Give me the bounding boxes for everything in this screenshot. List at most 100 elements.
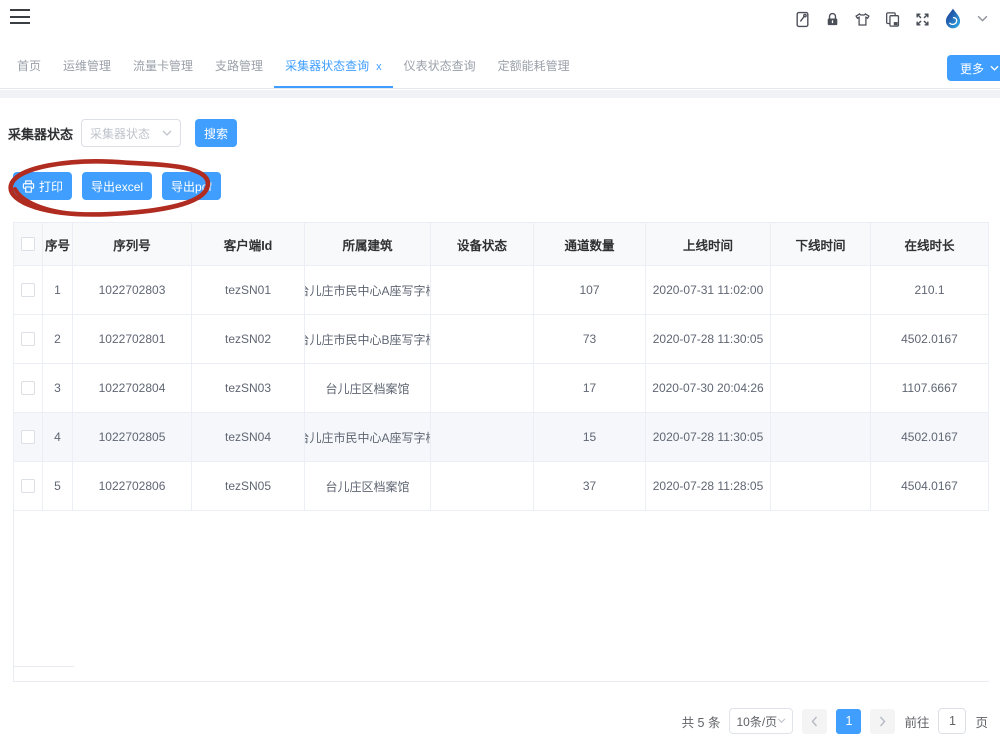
table-row: 31022702804tezSN03台儿庄区档案馆172020-07-30 20… (13, 364, 989, 413)
table-cell: 1 (43, 266, 73, 314)
chevron-right-icon (879, 716, 886, 727)
page-size-value: 10条/页 (736, 713, 777, 730)
row-checkbox-cell (13, 462, 43, 510)
table-cell (771, 462, 871, 510)
table-cell: 3 (43, 364, 73, 412)
table-cell: 1022702801 (73, 315, 192, 363)
table-cell (771, 364, 871, 412)
page-number-button[interactable]: 1 (836, 709, 861, 734)
print-button[interactable]: 打印 (13, 172, 72, 200)
tab-label: 采集器状态查询 (285, 59, 369, 73)
table-cell: tezSN04 (192, 413, 305, 461)
table-cell: 2020-07-28 11:28:05 (646, 462, 771, 510)
print-label: 打印 (39, 178, 63, 195)
table-cell: tezSN05 (192, 462, 305, 510)
row-checkbox-cell (13, 364, 43, 412)
table-cell: 4 (43, 413, 73, 461)
row-checkbox[interactable] (21, 381, 35, 395)
header-serial: 序列号 (73, 223, 192, 265)
row-checkbox[interactable] (21, 283, 35, 297)
tab-sim-card-management[interactable]: 流量卡管理 (122, 46, 204, 88)
table-cell: 4502.0167 (871, 413, 989, 461)
printer-icon (22, 180, 35, 193)
header-offline-time: 下线时间 (771, 223, 871, 265)
table-cell: 1022702806 (73, 462, 192, 510)
table-row: 21022702801tezSN02台儿庄市民中心B座写字楼732020-07-… (13, 315, 989, 364)
goto-page-input[interactable] (938, 708, 966, 734)
row-checkbox-cell (13, 413, 43, 461)
table-empty-area (13, 504, 989, 682)
select-all-checkbox[interactable] (21, 237, 35, 251)
page-size-select[interactable]: 10条/页 (729, 708, 793, 734)
fullscreen-icon[interactable] (911, 8, 934, 31)
table-cell: 1022702804 (73, 364, 192, 412)
collector-status-label: 采集器状态 (8, 124, 73, 143)
next-page-button[interactable] (870, 709, 895, 734)
table-cell (431, 462, 534, 510)
tab-collector-status-query[interactable]: 采集器状态查询 x (274, 46, 393, 88)
menu-icon[interactable] (10, 9, 30, 26)
tabbar: 首页 运维管理 流量卡管理 支路管理 采集器状态查询 x 仪表状态查询 定额能耗管… (0, 46, 1000, 89)
page-unit-label: 页 (975, 712, 988, 731)
row-checkbox[interactable] (21, 332, 35, 346)
user-chevron-down-icon[interactable] (971, 8, 994, 31)
table-cell: tezSN01 (192, 266, 305, 314)
collector-table: 序号 序列号 客户端Id 所属建筑 设备状态 通道数量 上线时间 下线时间 在线… (13, 222, 989, 511)
tab-meter-status-query[interactable]: 仪表状态查询 (393, 46, 487, 88)
chevron-down-icon (777, 718, 786, 724)
table-cell: 台儿庄区档案馆 (305, 462, 431, 510)
collector-status-page: 首页 运维管理 流量卡管理 支路管理 采集器状态查询 x 仪表状态查询 定额能耗管… (0, 0, 1000, 750)
table-cell: 37 (534, 462, 646, 510)
export-excel-button[interactable]: 导出excel (82, 172, 152, 200)
table-cell: 台儿庄市民中心A座写字楼 (305, 413, 431, 461)
row-checkbox-cell (13, 266, 43, 314)
content-divider-band (0, 90, 1000, 98)
table-cell: 73 (534, 315, 646, 363)
tab-home[interactable]: 首页 (6, 46, 52, 88)
filter-row: 采集器状态 采集器状态 搜索 (8, 119, 237, 147)
lock-icon[interactable] (821, 8, 844, 31)
pagination: 共 5 条 10条/页 1 前往 页 (682, 708, 988, 734)
table-cell: 1022702803 (73, 266, 192, 314)
tab-ops-management[interactable]: 运维管理 (52, 46, 122, 88)
table-cell (431, 413, 534, 461)
prev-page-button[interactable] (802, 709, 827, 734)
table-row: 41022702805tezSN04台儿庄市民中心A座写字楼152020-07-… (13, 413, 989, 462)
table-cell: 2 (43, 315, 73, 363)
copy-pages-icon[interactable] (881, 8, 904, 31)
theme-shirt-icon[interactable] (851, 8, 874, 31)
header-seq: 序号 (43, 223, 73, 265)
row-checkbox[interactable] (21, 430, 35, 444)
search-button[interactable]: 搜索 (195, 119, 237, 147)
app-logo-icon[interactable] (941, 8, 964, 31)
more-tabs-button[interactable]: 更多 (947, 55, 1000, 81)
document-edit-icon[interactable] (791, 8, 814, 31)
topbar (0, 0, 1000, 38)
table-row: 11022702803tezSN01台儿庄市民中心A座写字楼1072020-07… (13, 266, 989, 315)
tab-close-icon[interactable]: x (376, 61, 382, 73)
action-row: 打印 导出excel 导出pdf (13, 172, 221, 200)
table-cell: 台儿庄市民中心A座写字楼 (305, 266, 431, 314)
table-cell: 台儿庄市民中心B座写字楼 (305, 315, 431, 363)
more-label: 更多 (960, 60, 984, 77)
topbar-icons (791, 0, 994, 38)
table-cell: 15 (534, 413, 646, 461)
tab-branch-management[interactable]: 支路管理 (204, 46, 274, 88)
table-cell: 4504.0167 (871, 462, 989, 510)
collector-status-select[interactable]: 采集器状态 (81, 119, 181, 147)
chevron-left-icon (811, 716, 818, 727)
table-cell: 1022702805 (73, 413, 192, 461)
table-cell (431, 315, 534, 363)
export-pdf-button[interactable]: 导出pdf (162, 172, 221, 200)
tab-quota-energy-management[interactable]: 定额能耗管理 (487, 46, 581, 88)
table-cell: 台儿庄区档案馆 (305, 364, 431, 412)
table-cell: tezSN02 (192, 315, 305, 363)
row-checkbox[interactable] (21, 479, 35, 493)
table-cell (431, 364, 534, 412)
table-cell: 107 (534, 266, 646, 314)
table-cell: 4502.0167 (871, 315, 989, 363)
table-cell: 5 (43, 462, 73, 510)
table-cell (771, 413, 871, 461)
row-checkbox-cell (13, 315, 43, 363)
table-empty-stub-line (14, 666, 74, 667)
